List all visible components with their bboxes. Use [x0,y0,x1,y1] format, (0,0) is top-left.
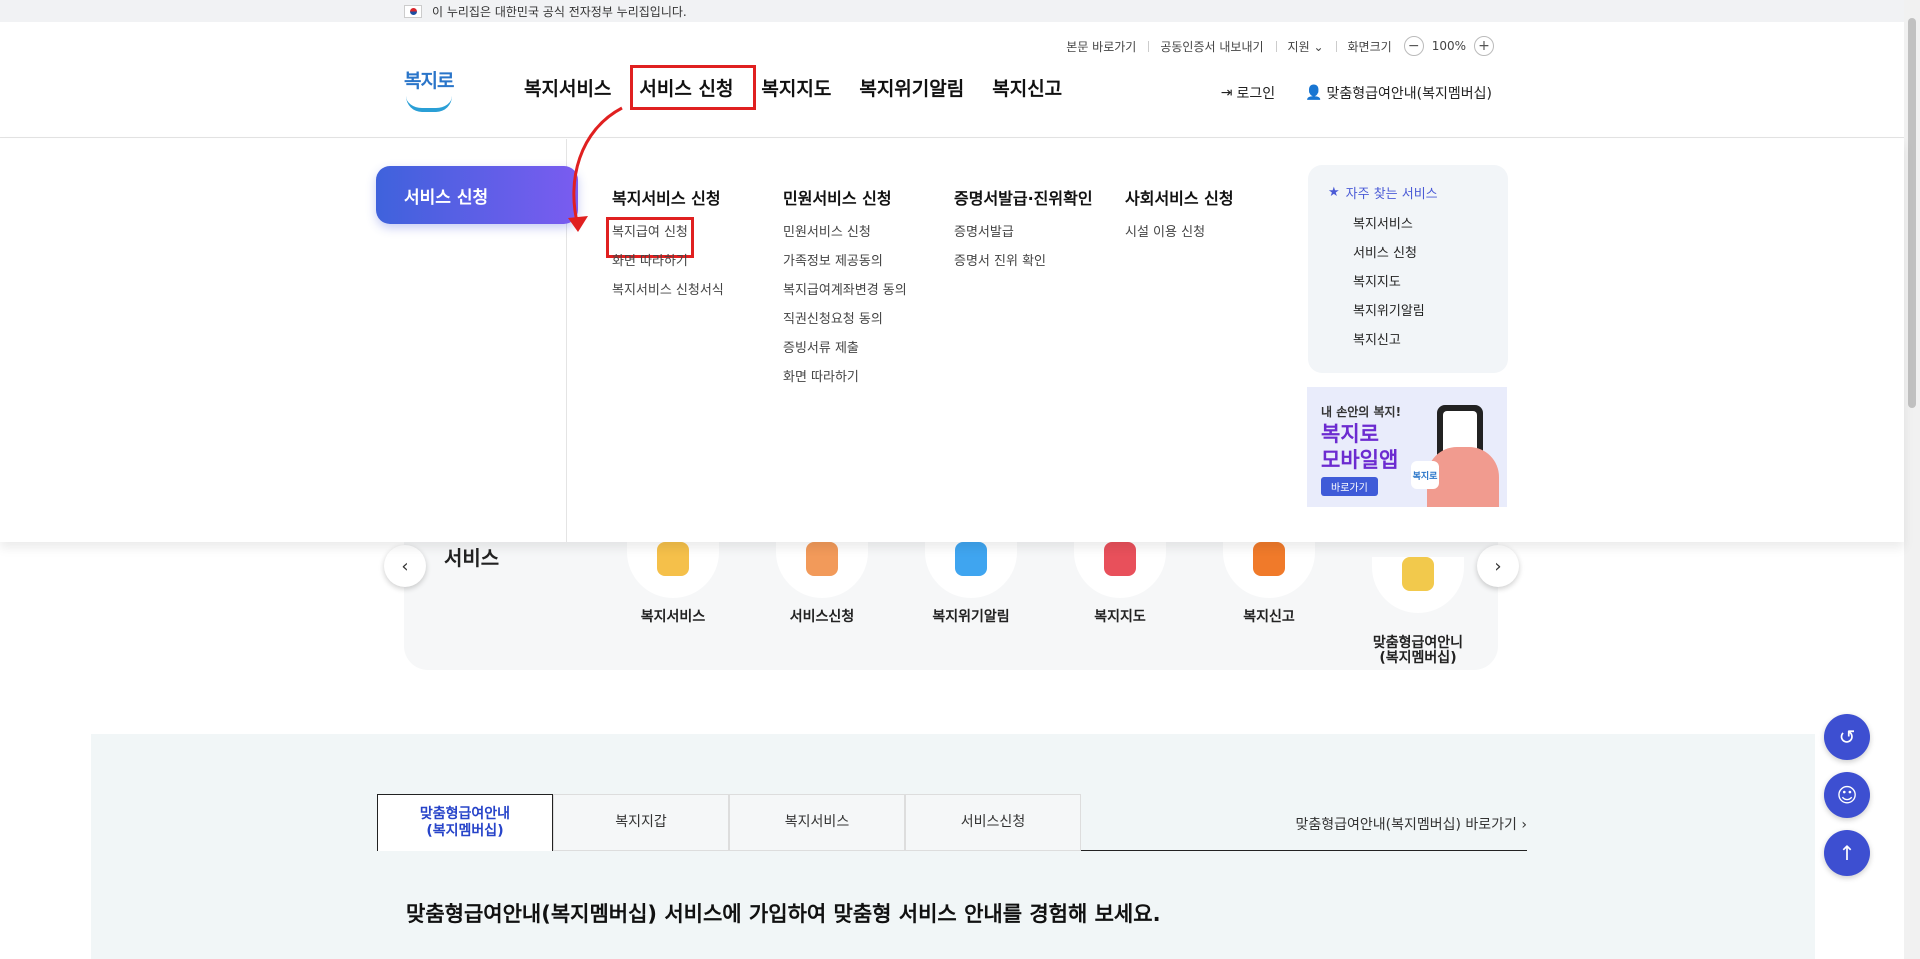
menu-link-family-consent[interactable]: 가족정보 제공동의 [783,252,907,281]
gov-strip: 이 누리집은 대한민국 공식 전자정부 누리집입니다. [0,0,1904,22]
membership-headline: 맞춤형급여안내(복지멤버십) 서비스에 가입하여 맞춤형 서비스 안내를 경험해… [406,902,1161,926]
quick-next-button[interactable]: › [1477,545,1519,587]
menu-col-title[interactable]: 사회서비스 신청 [1125,185,1234,209]
chatbot-button[interactable]: ☺ [1824,772,1870,818]
menu-link-documents[interactable]: 증빙서류 제출 [783,339,907,368]
support-menu[interactable]: 지원 ⌄ [1275,38,1336,55]
zoom-value: 100% [1431,39,1466,53]
menu-link-civil-apply[interactable]: 민원서비스 신청 [783,223,907,252]
nav-welfare-report[interactable]: 복지신고 [992,74,1076,101]
site-logo[interactable]: 복지로 [404,66,458,116]
nav-welfare-map[interactable]: 복지지도 [761,74,845,101]
membership-tabs: 맞춤형급여안내 (복지멤버십) 복지지갑 복지서비스 서비스신청 맞춤형급여안내… [377,794,1527,851]
chevron-down-icon: ⌄ [1313,39,1324,54]
banner-go-button[interactable]: 바로가기 [1321,477,1378,496]
menu-link-account-change[interactable]: 복지급여계좌변경 동의 [783,281,907,310]
support-label: 지원 [1287,39,1310,54]
membership-link[interactable]: 👤 맞춤형급여안내(복지멤버십) [1305,83,1492,103]
login-label: 로그인 [1236,86,1276,102]
favorite-item[interactable]: 서비스 신청 [1328,239,1488,268]
welfare-report-icon [1253,542,1285,576]
skip-link[interactable]: 본문 바로가기 [1054,38,1148,55]
menu-link-cert-verify[interactable]: 증명서 진위 확인 [954,252,1093,281]
service-apply-icon [806,542,838,576]
tab-service-apply[interactable]: 서비스신청 [905,794,1081,851]
membership-label: 맞춤형급여안내(복지멤버십) [1326,86,1492,102]
tab-membership[interactable]: 맞춤형급여안내 (복지멤버십) [377,794,553,851]
menu-col-title[interactable]: 증명서발급·진위확인 [954,185,1093,209]
favorite-services: ★ 자주 찾는 서비스 복지서비스 서비스 신청 복지지도 복지위기알림 복지신… [1308,165,1508,373]
welfare-map-icon [1104,542,1136,576]
favorite-title: 자주 찾는 서비스 [1345,187,1438,202]
logo-text: 복지로 [404,70,454,92]
menu-col-certificate: 증명서발급·진위확인 증명서발급 증명서 진위 확인 [954,185,1093,281]
menu-link-forms[interactable]: 복지서비스 신청서식 [612,281,724,310]
utility-bar: 본문 바로가기 공동인증서 내보내기 지원 ⌄ 화면크기 − 100% + [1054,36,1494,56]
quick-item-label: 복지신고 [1243,609,1295,625]
quick-item-label: 서비스신청 [789,609,855,625]
quick-item-membership[interactable]: 맞춤형급여안니 (복지멤버십) [1363,542,1473,681]
quick-title: 서비스 [444,546,500,570]
korea-flag-icon [404,5,422,18]
menu-col-title[interactable]: 민원서비스 신청 [783,185,907,209]
nav-welfare-service[interactable]: 복지서비스 [524,74,625,101]
quick-item-label: 복지서비스 [640,609,706,625]
annotation-arrow [568,106,623,232]
quick-item-welfare-report[interactable]: 복지신고 [1214,542,1324,626]
menu-col-civil-apply: 민원서비스 신청 민원서비스 신청 가족정보 제공동의 복지급여계좌변경 동의 … [783,185,907,397]
banner-line2: 복지로 [1321,422,1379,446]
menu-link-guide[interactable]: 화면 따라하기 [612,252,724,281]
user-add-icon: 👤 [1305,85,1323,101]
mega-menu: 서비스 신청 복지서비스 신청 복지급여 신청 화면 따라하기 복지서비스 신청… [0,139,1904,542]
mobile-app-banner[interactable]: 내 손안의 복지! 복지로 모바일앱 바로가기 복지로 [1307,387,1507,507]
favorite-item[interactable]: 복지서비스 [1328,210,1488,239]
menu-link-ex-officio[interactable]: 직권신청요청 동의 [783,310,907,339]
recent-history-button[interactable]: ↺ [1824,714,1870,760]
membership-icon [1402,557,1434,591]
nav-service-apply[interactable]: 서비스 신청 [630,65,757,110]
gov-notice: 이 누리집은 대한민국 공식 전자정부 누리집입니다. [432,5,687,19]
cert-export-link[interactable]: 공동인증서 내보내기 [1148,38,1275,55]
login-link[interactable]: ⇥ 로그인 [1221,83,1275,103]
menu-link-guide[interactable]: 화면 따라하기 [783,368,907,397]
quick-item-label: 맞춤형급여안니 (복지멤버십) [1372,635,1464,666]
quick-item-welfare-map[interactable]: 복지지도 [1065,542,1175,626]
favorite-item[interactable]: 복지신고 [1328,326,1488,355]
quick-item-crisis-alert[interactable]: 복지위기알림 [916,542,1026,626]
logo-smile-icon [406,96,452,112]
banner-line1: 내 손안의 복지! [1321,405,1402,419]
tab-welfare-service[interactable]: 복지서비스 [729,794,905,851]
banner-line3: 모바일앱 [1321,448,1399,472]
menu-link-facility[interactable]: 시설 이용 신청 [1125,223,1234,252]
quick-item-service-apply[interactable]: 서비스신청 [767,542,877,626]
mega-tab-service-apply[interactable]: 서비스 신청 [376,166,578,224]
favorite-item[interactable]: 복지위기알림 [1328,297,1488,326]
login-icon: ⇥ [1220,85,1233,101]
quick-prev-button[interactable]: ‹ [384,545,426,587]
main-nav: 복지서비스 서비스 신청 복지지도 복지위기알림 복지신고 [524,65,1090,110]
page-scrollbar[interactable] [1904,0,1920,959]
star-icon: ★ [1328,185,1340,200]
welfare-service-icon [657,542,689,576]
crisis-alert-icon [955,542,987,576]
membership-shortcut-link[interactable]: 맞춤형급여안내(복지멤버십) 바로가기 › [1295,814,1527,834]
app-icon: 복지로 [1411,461,1439,489]
zoom-in-button[interactable]: + [1474,36,1494,56]
quick-item-welfare-service[interactable]: 복지서비스 [618,542,728,626]
header-actions: ⇥ 로그인 👤 맞춤형급여안내(복지멤버십) [1221,83,1492,103]
tab-wallet[interactable]: 복지지갑 [553,794,729,851]
quick-item-label: 복지위기알림 [932,609,1010,625]
scrollbar-thumb[interactable] [1908,18,1916,408]
menu-col-social-service: 사회서비스 신청 시설 이용 신청 [1125,185,1234,252]
site-header: 본문 바로가기 공동인증서 내보내기 지원 ⌄ 화면크기 − 100% + 복지… [0,22,1904,138]
favorite-item[interactable]: 복지지도 [1328,268,1488,297]
chatbot-icon: ☺ [1836,783,1858,807]
zoom-label: 화면크기 [1335,38,1404,55]
nav-crisis-alert[interactable]: 복지위기알림 [859,74,978,101]
scroll-top-button[interactable]: ↑ [1824,830,1870,876]
quick-item-label: 복지지도 [1094,609,1146,625]
zoom-out-button[interactable]: − [1403,36,1424,56]
menu-link-cert-issue[interactable]: 증명서발급 [954,223,1093,252]
